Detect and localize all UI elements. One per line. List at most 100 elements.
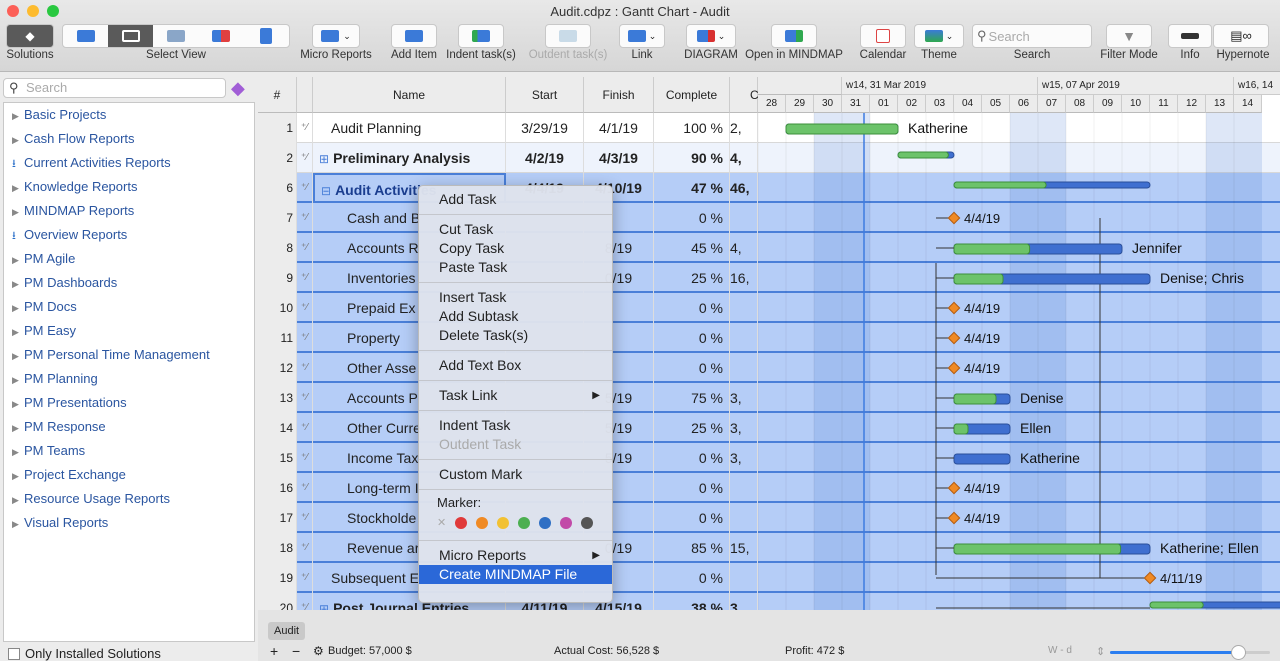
cost-cell[interactable]: 16,	[730, 263, 758, 293]
col-header-num[interactable]: #	[258, 77, 297, 113]
table-row[interactable]: 15 ⁺⁄ Income Tax 5/19 0 % 3,	[258, 443, 1280, 473]
menu-item-copy-task[interactable]: Copy Task	[419, 239, 612, 258]
cost-cell[interactable]: 4,	[730, 143, 758, 173]
disclosure-triangle-icon[interactable]: ▶	[12, 128, 24, 152]
sidebar-item[interactable]: ▶ Knowledge Reports	[4, 175, 254, 199]
theme-button[interactable]: ⌄	[914, 24, 964, 48]
cost-cell[interactable]	[730, 293, 758, 323]
sidebar-item[interactable]: ▶ PM Docs	[4, 295, 254, 319]
sidebar-item[interactable]: ▶ Visual Reports	[4, 511, 254, 535]
hypernote-button[interactable]: ▤∞	[1213, 24, 1269, 48]
disclosure-triangle-icon[interactable]: ▶	[12, 368, 24, 392]
sheet-tab-audit[interactable]: Audit	[268, 622, 306, 640]
disclosure-triangle-icon[interactable]: ▶	[12, 416, 24, 440]
sidebar-item[interactable]: ▶ PM Planning	[4, 367, 254, 391]
search-field[interactable]: ⚲ Search	[972, 24, 1092, 48]
sidebar-item[interactable]: ▶ Project Exchange	[4, 463, 254, 487]
table-row[interactable]: 16 ⁺⁄ Long-term I 0 %	[258, 473, 1280, 503]
task-name-cell[interactable]: Audit Planning	[313, 113, 506, 143]
table-row[interactable]: 1 ⁺⁄ Audit Planning 3/29/19 4/1/19 100 % 2,	[258, 113, 1280, 143]
disclosure-triangle-icon[interactable]: ▶	[12, 176, 24, 200]
complete-cell[interactable]: 75 %	[654, 383, 730, 413]
only-installed-checkbox[interactable]: Only Installed Solutions	[8, 646, 161, 661]
micro-reports-button[interactable]: ⌄	[312, 24, 360, 48]
marker-color-swatch[interactable]	[497, 516, 510, 529]
row-number[interactable]: 17	[258, 503, 297, 533]
menu-item-add-task[interactable]: Add Task	[419, 190, 612, 209]
complete-cell[interactable]: 85 %	[654, 533, 730, 563]
row-number[interactable]: 11	[258, 323, 297, 353]
menu-item-cut-task[interactable]: Cut Task	[419, 220, 612, 239]
row-number[interactable]: 9	[258, 263, 297, 293]
disclosure-triangle-icon[interactable]: ▶	[12, 272, 24, 296]
download-icon[interactable]: ⭳	[12, 152, 24, 176]
table-row[interactable]: 13 ⁺⁄ Accounts P 5/19 75 % 3,	[258, 383, 1280, 413]
add-item-button[interactable]	[391, 24, 437, 48]
sidebar-item[interactable]: ▶ PM Teams	[4, 439, 254, 463]
sidebar-item[interactable]: ▶ Cash Flow Reports	[4, 127, 254, 151]
complete-cell[interactable]: 38 %	[654, 593, 730, 610]
complete-cell[interactable]: 0 %	[654, 293, 730, 323]
sidebar-item[interactable]: ⭳ Current Activities Reports	[4, 151, 254, 175]
table-row[interactable]: 11 ⁺⁄ Property 0 %	[258, 323, 1280, 353]
sidebar-item[interactable]: ▶ Basic Projects	[4, 103, 254, 127]
complete-cell[interactable]: 0 %	[654, 203, 730, 233]
sidebar-item[interactable]: ▶ PM Presentations	[4, 391, 254, 415]
table-row[interactable]: 18 ⁺⁄ Revenue ar 0/19 85 % 15,	[258, 533, 1280, 563]
sidebar-item[interactable]: ▶ MINDMAP Reports	[4, 199, 254, 223]
sidebar-item[interactable]: ▶ PM Personal Time Management	[4, 343, 254, 367]
row-number[interactable]: 8	[258, 233, 297, 263]
table-row[interactable]: 19 ⁺⁄ Subsequent E 0 %	[258, 563, 1280, 593]
download-icon[interactable]: ⭳	[12, 224, 24, 248]
solutions-button[interactable]: ◆	[6, 24, 54, 48]
start-cell[interactable]: 3/29/19	[506, 113, 584, 143]
col-header-start[interactable]: Start	[506, 77, 584, 113]
complete-cell[interactable]: 100 %	[654, 113, 730, 143]
complete-cell[interactable]: 90 %	[654, 143, 730, 173]
sidebar-item[interactable]: ▶ Resource Usage Reports	[4, 487, 254, 511]
finish-cell[interactable]: 4/1/19	[584, 113, 654, 143]
marker-color-swatch[interactable]	[476, 516, 489, 529]
cost-cell[interactable]	[730, 473, 758, 503]
cost-cell[interactable]	[730, 203, 758, 233]
menu-item-add-text-box[interactable]: Add Text Box	[419, 356, 612, 375]
disclosure-triangle-icon[interactable]: ▶	[12, 320, 24, 344]
complete-cell[interactable]: 47 %	[654, 173, 730, 203]
row-number[interactable]: 12	[258, 353, 297, 383]
disclosure-triangle-icon[interactable]: ▶	[12, 344, 24, 368]
start-cell[interactable]: 4/2/19	[506, 143, 584, 173]
marker-none-icon[interactable]: ✕	[437, 516, 446, 529]
row-number[interactable]: 19	[258, 563, 297, 593]
row-number[interactable]: 16	[258, 473, 297, 503]
disclosure-triangle-icon[interactable]: ▶	[12, 296, 24, 320]
sidebar-item[interactable]: ▶ PM Agile	[4, 247, 254, 271]
table-row[interactable]: 9 ⁺⁄ Inventories 0/19 25 % 16,	[258, 263, 1280, 293]
disclosure-triangle-icon[interactable]: ▶	[12, 392, 24, 416]
scale-stepper[interactable]: ⇕	[1096, 645, 1105, 658]
table-row[interactable]: 2 ⁺⁄ ⊞ Preliminary Analysis 4/2/19 4/3/19 90 %…	[258, 143, 1280, 173]
menu-item-micro-reports[interactable]: Micro Reports ▶	[419, 546, 612, 565]
cost-cell[interactable]: 46,	[730, 173, 758, 203]
complete-cell[interactable]: 0 %	[654, 563, 730, 593]
complete-cell[interactable]: 0 %	[654, 323, 730, 353]
sidebar-search-input[interactable]: ⚲ Search	[3, 78, 226, 98]
disclosure-triangle-icon[interactable]: ▶	[12, 200, 24, 224]
row-number[interactable]: 6	[258, 173, 297, 203]
menu-item-custom-mark[interactable]: Custom Mark	[419, 465, 612, 484]
row-number[interactable]: 7	[258, 203, 297, 233]
marker-color-swatch[interactable]	[518, 516, 531, 529]
zoom-slider-knob[interactable]	[1231, 645, 1246, 660]
add-sheet-button[interactable]: +	[270, 643, 278, 659]
zoom-slider[interactable]	[1110, 645, 1270, 660]
menu-item-task-link[interactable]: Task Link ▶	[419, 386, 612, 405]
disclosure-triangle-icon[interactable]: ▶	[12, 440, 24, 464]
view-resource-usage-button[interactable]	[199, 25, 244, 47]
view-gantt-resources-button[interactable]	[63, 25, 108, 47]
col-header-complete[interactable]: Complete	[654, 77, 730, 113]
table-row[interactable]: 10 ⁺⁄ Prepaid Ex 0 %	[258, 293, 1280, 323]
view-dashboard-button[interactable]	[244, 25, 289, 47]
menu-item-create-mindmap-file[interactable]: Create MINDMAP File	[419, 565, 612, 584]
diagram-button[interactable]: ⌄	[686, 24, 736, 48]
calendar-button[interactable]	[860, 24, 906, 48]
col-header-finish[interactable]: Finish	[584, 77, 654, 113]
